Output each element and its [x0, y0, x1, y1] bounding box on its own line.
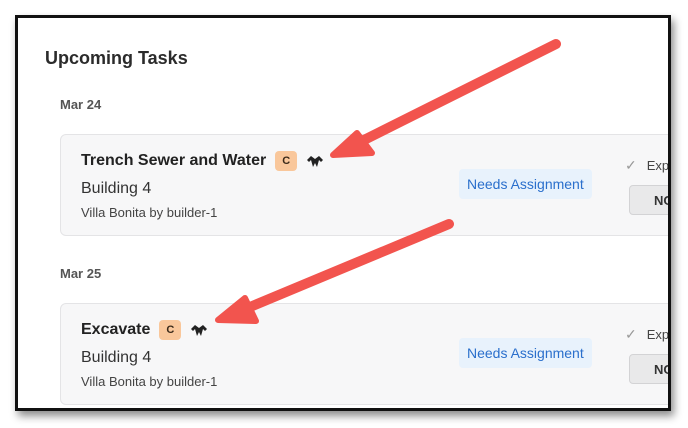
- task-card[interactable]: Trench Sewer and Water C Building 4 Vill…: [60, 134, 670, 236]
- check-icon: ✓: [625, 157, 637, 173]
- app-frame: Upcoming Tasks Mar 24 Trench Sewer and W…: [15, 15, 671, 411]
- page-title: Upcoming Tasks: [45, 48, 188, 68]
- expand-label: Exp: [646, 327, 670, 342]
- expand-toggle[interactable]: ✓ Exp: [625, 157, 670, 174]
- project-label: Villa Bonita by builder-1: [81, 205, 218, 220]
- category-badge: C: [275, 151, 298, 171]
- category-badge: C: [159, 320, 182, 340]
- crew-icon: [306, 154, 324, 168]
- expand-label: Exp: [646, 158, 670, 173]
- project-label: Villa Bonita by builder-1: [81, 374, 218, 389]
- crew-icon: [190, 323, 208, 337]
- building-label: Building 4: [81, 180, 152, 197]
- task-title[interactable]: Excavate: [81, 321, 150, 339]
- assignment-status[interactable]: Needs Assignment: [459, 338, 592, 368]
- check-icon: ✓: [625, 326, 637, 342]
- task-card[interactable]: Excavate C Building 4 Villa Bonita by bu…: [60, 303, 670, 405]
- expand-toggle[interactable]: ✓ Exp: [625, 326, 670, 343]
- no-button[interactable]: NO: [629, 185, 668, 215]
- building-label: Building 4: [81, 349, 152, 366]
- task-title-row: Excavate C: [81, 320, 208, 340]
- date-header: Mar 25: [60, 266, 102, 281]
- assignment-status[interactable]: Needs Assignment: [459, 169, 592, 199]
- no-button[interactable]: NO: [629, 354, 668, 384]
- date-header: Mar 24: [60, 97, 102, 112]
- task-title-row: Trench Sewer and Water C: [81, 151, 324, 171]
- task-title[interactable]: Trench Sewer and Water: [81, 152, 266, 170]
